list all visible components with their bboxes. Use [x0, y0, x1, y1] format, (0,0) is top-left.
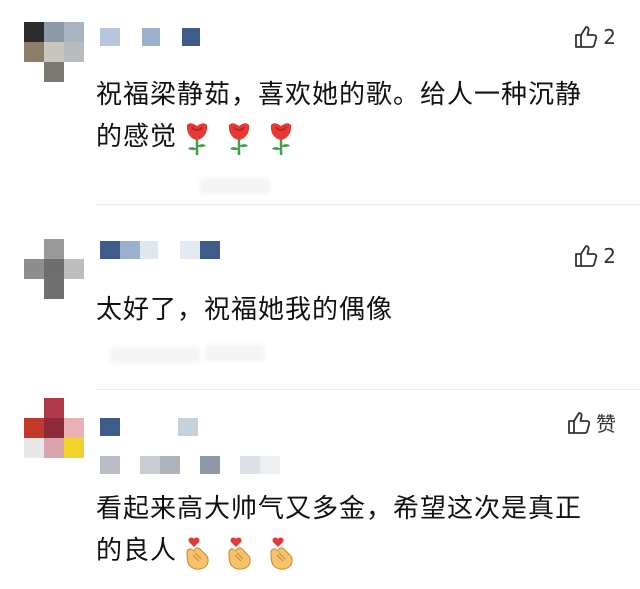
- like-label: 赞: [596, 412, 616, 436]
- username-mosaic[interactable]: [100, 28, 200, 46]
- rose-emoji: [186, 122, 208, 155]
- timestamp-mosaic: [100, 456, 280, 474]
- like-button[interactable]: 2: [573, 24, 616, 50]
- avatar[interactable]: [24, 398, 84, 458]
- like-button[interactable]: 2: [573, 243, 616, 269]
- thumbs-up-icon: [573, 243, 599, 269]
- avatar[interactable]: [24, 22, 84, 82]
- finger-heart-emoji: [186, 537, 209, 570]
- rose-emoji: [270, 122, 292, 155]
- like-button[interactable]: 赞: [566, 408, 616, 437]
- reply-hint: [110, 347, 200, 363]
- comment-3: 赞 看起来高大帅气又多金，希望这次是真正的良人: [0, 390, 640, 589]
- reply-hint: [205, 345, 265, 361]
- rose-emoji: [228, 122, 250, 155]
- finger-heart-emoji: [270, 537, 293, 570]
- emoji-group: [181, 119, 297, 157]
- avatar[interactable]: [24, 239, 84, 299]
- thumbs-up-icon: [566, 410, 592, 436]
- username-mosaic[interactable]: [100, 241, 220, 259]
- emoji-group: [181, 533, 297, 571]
- comment-text: 看起来高大帅气又多金，希望这次是真正的良人: [96, 488, 600, 572]
- comment-text: 太好了，祝福她我的偶像: [96, 295, 394, 325]
- thumbs-up-icon: [573, 24, 599, 50]
- comment-2: 2 太好了，祝福她我的偶像: [0, 205, 640, 390]
- reply-hint: [200, 178, 270, 194]
- like-count: 2: [603, 244, 616, 268]
- username-mosaic[interactable]: [100, 418, 198, 436]
- like-count: 2: [603, 25, 616, 49]
- comment-1: 2 祝福梁静茹，喜欢她的歌。给人一种沉静的感觉: [0, 0, 640, 205]
- finger-heart-emoji: [228, 537, 251, 570]
- comment-text: 祝福梁静茹，喜欢她的歌。给人一种沉静的感觉: [96, 74, 600, 158]
